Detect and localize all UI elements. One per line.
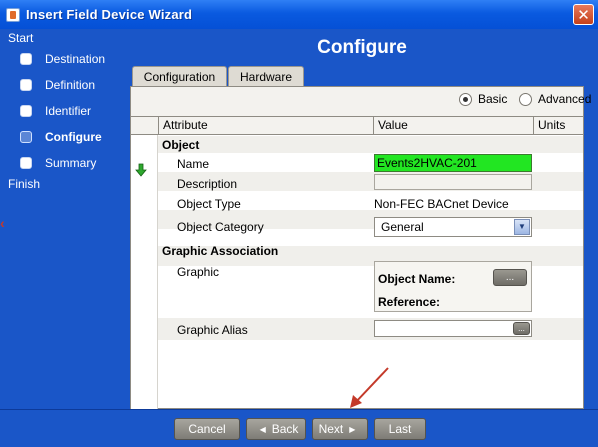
chevron-right-icon: ▶ xyxy=(349,424,356,434)
graphic-alias-field[interactable]: ... xyxy=(374,320,532,337)
advanced-radio[interactable]: Advanced xyxy=(519,92,591,106)
last-label: Last xyxy=(388,422,412,436)
step-definition: Definition xyxy=(20,78,95,92)
annotation-mark-icon: ‹ xyxy=(0,215,5,231)
advanced-label: Advanced xyxy=(538,92,592,106)
radio-unselected-icon xyxy=(519,92,532,106)
step-configure: Configure xyxy=(20,130,102,144)
object-type-value: Non-FEC BACnet Device xyxy=(374,197,509,211)
step-start: Start xyxy=(8,31,34,45)
green-down-arrow-icon xyxy=(135,163,147,177)
reference-label: Reference: xyxy=(378,295,441,309)
step-bullet-icon xyxy=(20,53,32,65)
step-destination: Destination xyxy=(20,52,105,66)
table-row xyxy=(158,136,583,153)
back-button[interactable]: ◀ Back xyxy=(246,418,306,440)
next-label: Next xyxy=(318,422,344,436)
next-button[interactable]: Next ▶ xyxy=(312,418,368,440)
basic-radio[interactable]: Basic xyxy=(459,92,507,106)
basic-label: Basic xyxy=(478,92,508,106)
graphic-browse-button[interactable]: ... xyxy=(493,269,527,286)
step-label: Summary xyxy=(45,156,97,170)
window-title: Insert Field Device Wizard xyxy=(26,7,193,22)
tab-hardware[interactable]: Hardware xyxy=(228,66,304,87)
description-value-field[interactable] xyxy=(374,174,532,190)
graphic-value-panel: Object Name: ... Reference: xyxy=(374,261,532,312)
object-category-combo[interactable]: General ▼ xyxy=(374,217,532,237)
cancel-button[interactable]: Cancel xyxy=(174,418,240,440)
column-header-attribute[interactable]: Attribute xyxy=(158,117,373,135)
object-name-label: Object Name: xyxy=(378,272,456,286)
column-header-units[interactable]: Units xyxy=(533,117,583,135)
chevron-down-icon[interactable]: ▼ xyxy=(514,219,530,235)
step-bullet-icon xyxy=(20,157,32,169)
radio-selected-icon xyxy=(459,92,472,106)
page-title: Configure xyxy=(317,37,407,58)
attr-graphic-alias-label: Graphic Alias xyxy=(177,323,248,337)
step-bullet-icon xyxy=(20,131,32,143)
table-header: Attribute Value Units xyxy=(131,117,583,135)
attr-graphic-label: Graphic xyxy=(177,265,220,279)
name-value-field[interactable]: Events2HVAC-201 xyxy=(374,154,532,172)
annotation-arrow-icon xyxy=(350,367,389,408)
back-label: Back xyxy=(271,422,299,436)
step-label: Definition xyxy=(45,78,96,92)
object-category-value: General xyxy=(381,220,424,234)
group-graphic-association-label: Graphic Association xyxy=(162,244,279,258)
step-label: Configure xyxy=(45,130,102,144)
step-identifier: Identifier xyxy=(20,104,91,118)
column-header-value[interactable]: Value xyxy=(373,117,533,135)
close-button[interactable]: ✕ xyxy=(573,4,594,25)
step-label: Identifier xyxy=(45,104,92,118)
tab-configuration[interactable]: Configuration xyxy=(132,66,227,87)
attr-object-category-label: Object Category xyxy=(177,220,264,234)
step-label: Destination xyxy=(45,52,106,66)
graphic-alias-browse-button[interactable]: ... xyxy=(513,322,530,335)
step-bullet-icon xyxy=(20,79,32,91)
wizard-button-bar: Cancel ◀ Back Next ▶ Last xyxy=(0,409,598,447)
configuration-tab-panel: Basic Advanced Attribute Value Units Obj… xyxy=(130,86,591,409)
java-app-icon xyxy=(6,7,20,22)
title-bar: Insert Field Device Wizard ✕ xyxy=(0,0,598,29)
attr-description-label: Description xyxy=(177,177,238,191)
chevron-left-icon: ◀ xyxy=(259,424,266,434)
configure-panel: Configure Configuration Hardware Basic A… xyxy=(130,29,594,409)
step-finish: Finish xyxy=(8,177,41,191)
attr-object-type-label: Object Type xyxy=(177,197,241,211)
cancel-label: Cancel xyxy=(188,422,226,436)
wizard-steps-sidebar: Start Destination Definition Identifier … xyxy=(0,29,128,409)
group-object-label: Object xyxy=(162,138,200,152)
step-bullet-icon xyxy=(20,105,32,117)
attr-name-label: Name xyxy=(177,157,210,171)
step-summary: Summary xyxy=(20,156,96,170)
last-button[interactable]: Last xyxy=(374,418,426,440)
